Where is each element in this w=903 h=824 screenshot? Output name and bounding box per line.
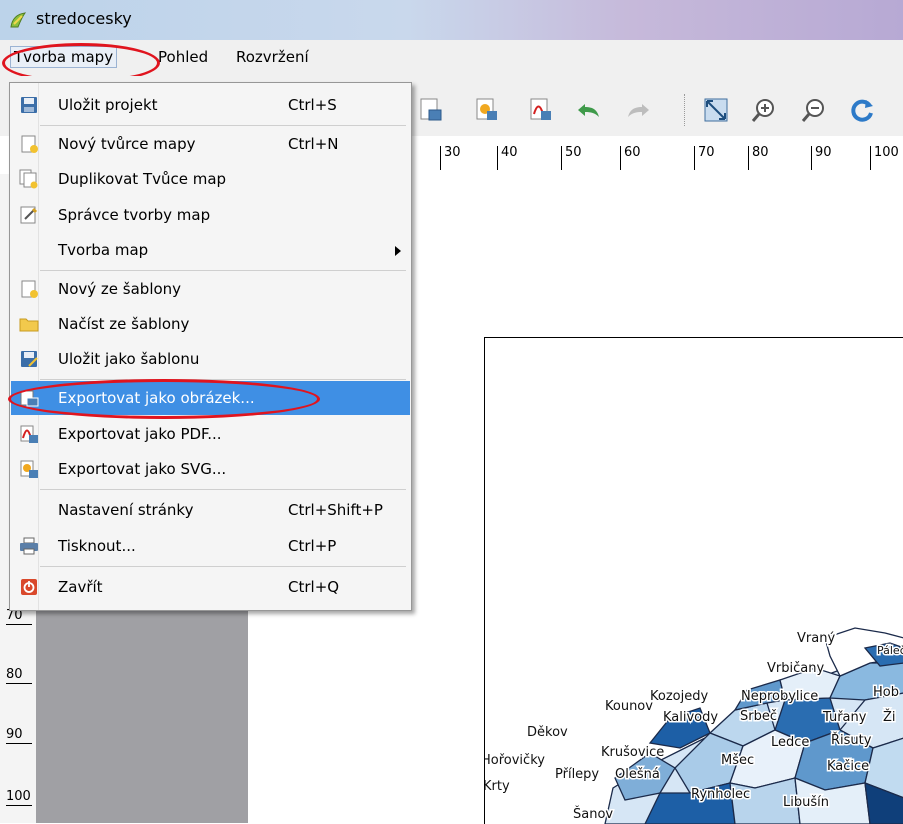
menu-bar: Tvorba mapy Pohled Rozvržení [0, 40, 903, 77]
new-composer-icon [21, 135, 38, 153]
ruler-tick: 70 [694, 146, 715, 170]
folder-icon [19, 318, 39, 332]
ruler-tick: 30 [440, 146, 461, 170]
save-as-template-icon [21, 351, 38, 367]
close-icon [21, 579, 37, 595]
map-label: Kalivody [663, 710, 718, 725]
menu-rozvrzeni[interactable]: Rozvržení [236, 48, 309, 66]
undo-icon[interactable] [575, 96, 603, 124]
ruler-tick: 80 [6, 667, 32, 684]
printer-icon [20, 537, 38, 555]
map-item[interactable]: Vraný Páleč Vrbičany Hob Kozojedy Neprob… [485, 338, 903, 824]
save-icon [21, 97, 37, 113]
map-label: Ži [883, 709, 896, 725]
title-bar: stredocesky [0, 0, 903, 40]
zoom-full-icon[interactable] [702, 96, 730, 124]
menu-item-nastaveni-stranky[interactable]: Nastavení stránky Ctrl+Shift+P [11, 493, 410, 527]
menu-item-zavrit[interactable]: Zavřít Ctrl+Q [11, 570, 410, 604]
menu-item-ulozit-jako-sablonu[interactable]: Uložit jako šablonu [11, 342, 410, 376]
menu-item-tisknout[interactable]: Tisknout... Ctrl+P [11, 529, 410, 563]
map-label: Řisuty [831, 732, 872, 748]
map-label: Vrbičany [767, 661, 824, 676]
ruler-tick: 50 [561, 146, 582, 170]
menu-item-ulozit-projekt[interactable]: Uložit projekt Ctrl+S [11, 88, 410, 122]
map-label: Hob [873, 685, 899, 700]
map-label: Rynholec [691, 787, 750, 802]
menu-item-exportovat-jako-obrazek[interactable]: Exportovat jako obrázek... [11, 381, 410, 415]
tvorba-mapy-dropdown: Uložit projekt Ctrl+S Nový tvůrce mapy C… [9, 82, 412, 611]
composer-manager-icon [20, 206, 38, 224]
export-svg-icon [20, 460, 38, 478]
map-label: Tuřany [822, 710, 867, 725]
ruler-tick: 90 [6, 727, 32, 744]
menu-separator [40, 489, 406, 490]
export-pdf-tool-icon[interactable] [527, 96, 555, 124]
map-label: Vraný [797, 631, 835, 646]
menu-item-spravce-tvorby-map[interactable]: Správce tvorby map [11, 198, 410, 232]
ruler-tick: 100 [6, 789, 32, 806]
menu-pohled[interactable]: Pohled [158, 48, 208, 66]
submenu-arrow-icon [395, 246, 401, 256]
export-image-tool-icon[interactable] [417, 96, 445, 124]
map-label: Mšec [721, 753, 754, 768]
map-label: Srbeč [740, 709, 777, 724]
export-image-icon [20, 390, 39, 407]
map-label: Kačice [827, 759, 869, 774]
export-svg-tool-icon[interactable] [473, 96, 501, 124]
menu-separator [40, 379, 406, 380]
menu-item-exportovat-jako-pdf[interactable]: Exportovat jako PDF... [11, 417, 410, 451]
map-page[interactable]: Vraný Páleč Vrbičany Hob Kozojedy Neprob… [484, 337, 903, 824]
map-label: Krušovice [601, 745, 664, 760]
map-label: Páleč [877, 644, 903, 657]
menu-separator [40, 270, 406, 271]
menu-item-novy-ze-sablony[interactable]: Nový ze šablony [11, 272, 410, 306]
map-label: Šanov [573, 806, 613, 822]
map-label: Ledce [771, 735, 809, 750]
menu-item-novy-tvurce-mapy[interactable]: Nový tvůrce mapy Ctrl+N [11, 127, 410, 161]
ruler-tick: 90 [811, 146, 832, 170]
map-label: Hořovičky [485, 753, 545, 768]
map-label: Olešná [615, 767, 660, 782]
map-label: Neprobylice [741, 689, 818, 704]
menu-item-nacist-ze-sablony[interactable]: Načíst ze šablony [11, 307, 410, 341]
menu-item-exportovat-jako-svg[interactable]: Exportovat jako SVG... [11, 452, 410, 486]
map-label: Kounov [605, 699, 653, 714]
menu-item-duplikovat-tvurce-map[interactable]: Duplikovat Tvůce map [11, 162, 410, 196]
new-from-template-icon [21, 280, 38, 298]
zoom-out-icon[interactable] [800, 96, 828, 124]
ruler-tick: 80 [748, 146, 769, 170]
menu-tvorba-mapy[interactable]: Tvorba mapy [10, 46, 118, 68]
menu-separator [40, 125, 406, 126]
map-label: Přílepy [555, 767, 599, 782]
zoom-in-icon[interactable] [750, 96, 778, 124]
map-label: Kozojedy [650, 689, 708, 704]
ruler-tick: 100 [870, 146, 899, 170]
menu-separator [40, 566, 406, 567]
redo-icon[interactable] [624, 96, 652, 124]
menu-item-tvorba-map-submenu[interactable]: Tvorba map [11, 233, 410, 267]
window-title: stredocesky [36, 9, 132, 28]
ruler-tick: 60 [620, 146, 641, 170]
refresh-icon[interactable] [848, 96, 876, 124]
toolbar-separator [684, 94, 685, 126]
duplicate-composer-icon [19, 169, 38, 189]
map-label: Děkov [527, 725, 568, 740]
export-pdf-icon [20, 425, 38, 443]
map-label: Libušín [783, 795, 829, 810]
map-label: Krty [485, 779, 510, 794]
ruler-tick: 40 [497, 146, 518, 170]
qgis-app-icon [10, 12, 27, 28]
